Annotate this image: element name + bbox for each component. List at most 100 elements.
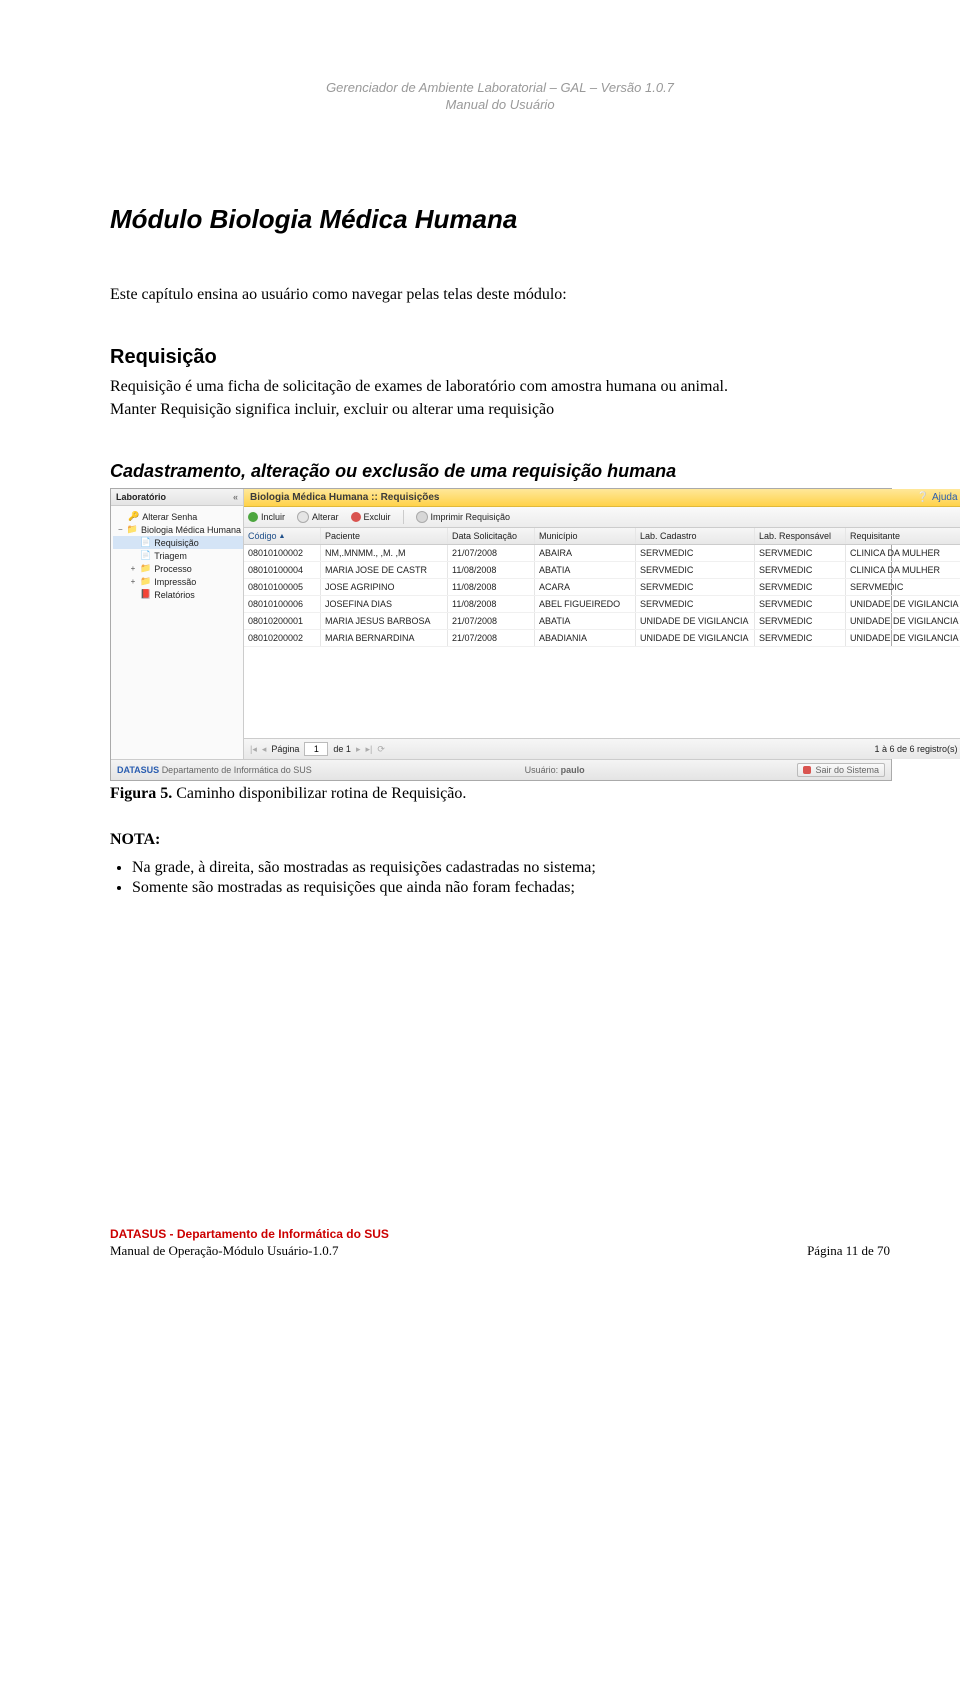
paragraph-req-def: Requisição é uma ficha de solicitação de… [110,375,890,398]
cell-data: 11/08/2008 [448,579,535,595]
doc-icon: 📄 [140,550,151,561]
docr-icon: 📕 [140,589,151,600]
minus-icon [351,512,361,522]
sidebar: Laboratório « 🔑Alterar Senha−📁Biologia M… [111,489,244,759]
col-codigo[interactable]: Código▲ [244,528,321,544]
cell-labresp: SERVMEDIC [755,596,846,612]
help-label: Ajuda [932,492,958,503]
plus-icon [248,512,258,522]
cell-codigo: 08010100002 [244,545,321,561]
cell-labresp: SERVMEDIC [755,545,846,561]
figure-caption: Figura 5. Caminho disponibilizar rotina … [110,785,890,803]
sidebar-header: Laboratório « [111,489,243,506]
excluir-button[interactable]: Excluir [351,512,391,522]
alterar-button[interactable]: Alterar [297,511,339,523]
cell-labresp: SERVMEDIC [755,562,846,578]
cell-municipio: ACARA [535,579,636,595]
collapse-icon[interactable]: « [233,492,238,502]
incluir-button[interactable]: Incluir [248,512,285,522]
print-icon [416,511,428,523]
fold-icon: 📁 [127,524,138,535]
table-row[interactable]: 08010200002MARIA BERNARDINA21/07/2008ABA… [244,630,960,647]
cell-data: 21/07/2008 [448,613,535,629]
incluir-label: Incluir [261,512,285,522]
toolbar-separator [403,510,404,524]
sidebar-item[interactable]: 📕Relatórios [113,588,243,601]
status-user-value: paulo [561,765,585,775]
sidebar-item[interactable]: 🔑Alterar Senha [113,510,243,523]
cell-labcad: SERVMEDIC [636,545,755,561]
expand-icon[interactable]: + [129,577,137,586]
figure-caption-number: Figura 5. [110,785,172,802]
footer-red: DATASUS - Departamento de Informática do… [110,1227,890,1241]
cell-municipio: ABAIRA [535,545,636,561]
cell-labresp: SERVMEDIC [755,630,846,646]
cell-labcad: UNIDADE DE VIGILANCIA [636,630,755,646]
sidebar-title: Laboratório [116,492,166,502]
table-row[interactable]: 08010100002NM,.MNMM., ,M. ,M21/07/2008AB… [244,545,960,562]
col-labcadastro[interactable]: Lab. Cadastro [636,528,755,544]
logout-icon [803,766,811,774]
pager-last-icon[interactable]: ▸| [365,744,372,755]
heading-2-requisicao: Requisição [110,346,890,369]
nota-label: NOTA: [110,831,890,849]
figure-caption-text: Caminho disponibilizar rotina de Requisi… [172,785,466,802]
sidebar-item[interactable]: 📄Triagem [113,549,243,562]
pager-status: 1 à 6 de 6 registro(s) [874,744,957,754]
sidebar-item-label: Processo [154,564,192,574]
grid-empty-area [244,647,960,738]
sidebar-item[interactable]: 📄Requisição [113,536,243,549]
expand-icon[interactable]: − [117,525,124,534]
statusbar: DATASUS Departamento de Informática do S… [111,759,891,780]
sidebar-item-label: Relatórios [154,590,195,600]
expand-icon[interactable]: + [129,564,137,573]
grid-body: 08010100002NM,.MNMM., ,M. ,M21/07/2008AB… [244,545,960,647]
col-requisitante[interactable]: Requisitante [846,528,960,544]
cell-labcad: UNIDADE DE VIGILANCIA [636,613,755,629]
alterar-label: Alterar [312,512,339,522]
table-row[interactable]: 08010100004MARIA JOSE DE CASTR11/08/2008… [244,562,960,579]
pager-prev-icon[interactable]: ◂ [262,744,267,755]
status-user-label: Usuário: [525,765,559,775]
sidebar-item-label: Alterar Senha [142,512,197,522]
cell-labcad: SERVMEDIC [636,562,755,578]
pager: |◂ ◂ Página de 1 ▸ ▸| ⟳ 1 à 6 de 6 regis… [244,738,960,759]
app-screenshot: Laboratório « 🔑Alterar Senha−📁Biologia M… [110,488,892,781]
logout-label: Sair do Sistema [815,765,879,775]
sidebar-item[interactable]: −📁Biologia Médica Humana [113,523,243,536]
col-data[interactable]: Data Solicitação [448,528,535,544]
pager-refresh-icon[interactable]: ⟳ [377,744,385,755]
logout-button[interactable]: Sair do Sistema [797,763,885,777]
cell-labresp: SERVMEDIC [755,579,846,595]
cell-municipio: ABEL FIGUEIREDO [535,596,636,612]
pager-next-icon[interactable]: ▸ [356,744,361,755]
table-row[interactable]: 08010200001MARIA JESUS BARBOSA21/07/2008… [244,613,960,630]
sidebar-tree: 🔑Alterar Senha−📁Biologia Médica Humana📄R… [111,506,243,605]
heading-3-cadastramento: Cadastramento, alteração ou exclusão de … [110,461,890,482]
table-row[interactable]: 08010100005JOSE AGRIPINO11/08/2008ACARAS… [244,579,960,596]
col-paciente[interactable]: Paciente [321,528,448,544]
excluir-label: Excluir [364,512,391,522]
cell-municipio: ABADIANIA [535,630,636,646]
cell-paciente: JOSE AGRIPINO [321,579,448,595]
sidebar-item[interactable]: +📁Impressão [113,575,243,588]
sidebar-item[interactable]: +📁Processo [113,562,243,575]
imprimir-button[interactable]: Imprimir Requisição [416,511,511,523]
heading-1: Módulo Biologia Médica Humana [110,204,890,235]
cell-requisitante: CLINICA DA MULHER [846,562,960,578]
cell-requisitante: UNIDADE DE VIGILANCIA [846,596,960,612]
pager-first-icon[interactable]: |◂ [250,744,257,755]
cell-codigo: 08010100006 [244,596,321,612]
cell-paciente: MARIA JESUS BARBOSA [321,613,448,629]
cell-paciente: NM,.MNMM., ,M. ,M [321,545,448,561]
pager-label-de: de 1 [333,744,351,754]
cell-data: 11/08/2008 [448,596,535,612]
cell-labresp: SERVMEDIC [755,613,846,629]
nota-item: Somente são mostradas as requisições que… [132,879,890,897]
col-municipio[interactable]: Município [535,528,636,544]
col-labresp[interactable]: Lab. Responsável [755,528,846,544]
help-link[interactable]: ❔ Ajuda [917,492,958,503]
cell-data: 21/07/2008 [448,545,535,561]
pager-page-input[interactable] [304,742,328,756]
table-row[interactable]: 08010100006JOSEFINA DIAS11/08/2008ABEL F… [244,596,960,613]
